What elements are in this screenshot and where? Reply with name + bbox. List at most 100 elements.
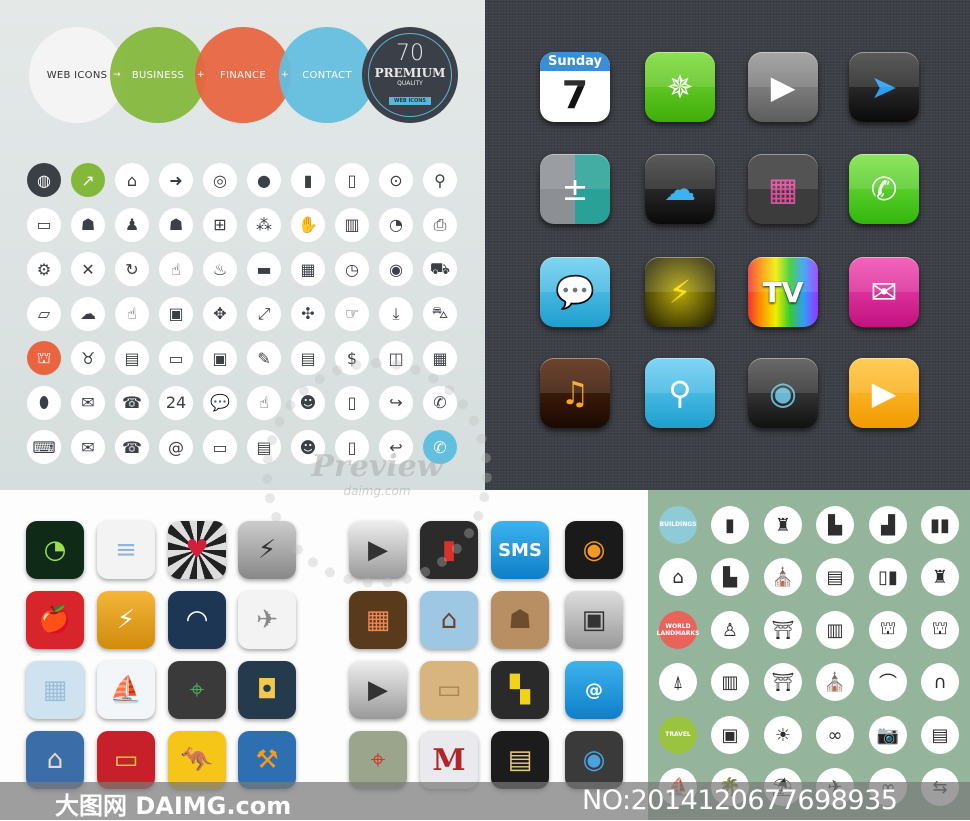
torii-gate-icon: ⛩	[764, 663, 802, 701]
glyph: ▭	[113, 745, 139, 775]
category-text: TRAVEL	[665, 731, 691, 739]
glyph: ▤	[256, 437, 272, 457]
glyph: ♥	[185, 535, 209, 565]
headset-operator-icon: ☻	[291, 430, 325, 464]
user-icon: ●	[247, 163, 281, 197]
category-label: BUSINESS	[131, 69, 185, 81]
glyph: ⛵	[109, 675, 143, 705]
footer-brand: 大图网 DAIMG.com	[55, 792, 292, 820]
lock-icon: ▮	[291, 163, 325, 197]
glyph: ▙	[828, 514, 842, 536]
icon-label: TV	[762, 275, 804, 309]
glyph: ☞	[344, 304, 360, 323]
map-pin-icon: ⊙	[379, 163, 413, 197]
glyph: ✋	[298, 215, 318, 234]
bank-icon: ⛫	[27, 341, 61, 375]
glyph: ▥	[721, 671, 739, 693]
ethernet-port-icon: ▣	[565, 591, 623, 649]
glyph: ↪	[389, 393, 403, 412]
glyph: ⚲	[434, 170, 446, 190]
glyph: ▣	[581, 605, 607, 635]
hand-pointer-icon: ☝	[115, 296, 149, 331]
shopping-cart-icon: ⛍	[423, 296, 457, 331]
golden-gate-bridge-icon: ⌒	[869, 663, 907, 701]
glyph: ☗	[168, 215, 184, 234]
glyph: ✉	[81, 393, 95, 412]
glyph: ◉	[769, 374, 797, 412]
glyph: ☎	[122, 437, 142, 457]
cathedral-icon: ♜	[921, 558, 959, 596]
category-circle-finance: FINANCE	[195, 27, 291, 123]
glyph: ▭	[36, 215, 52, 234]
download-icon: ⤓	[379, 296, 413, 331]
glyph: ⌂	[46, 745, 64, 775]
glyph: ⚡	[668, 273, 692, 311]
glyph: ⚡	[257, 535, 277, 565]
badge-title: PREMIUM	[374, 66, 446, 80]
clock-icon: ◷	[335, 252, 369, 286]
glyph: ◷	[345, 259, 359, 279]
location-arrow-icon: ➤	[849, 52, 919, 122]
glyph: ☝	[259, 393, 269, 412]
glyph: ⌖	[189, 674, 205, 705]
badge-subtitle: QUALITY	[397, 80, 423, 87]
call-center-agent-icon: ☻	[291, 385, 325, 420]
glyph: ▯	[347, 393, 357, 412]
search-icon: ⚲	[423, 163, 457, 197]
printer-icon: ⎙	[423, 207, 457, 242]
glyph: ✕	[81, 259, 95, 279]
glyph: ▣	[721, 724, 739, 746]
glyph: ▦	[42, 675, 68, 705]
hand-point-right-icon: ☞	[335, 296, 369, 331]
snorkel-mask-icon: ∞	[816, 716, 854, 754]
retro-tv-icon: ▦	[349, 591, 407, 649]
glyph: ♜	[774, 514, 792, 536]
cloud-icon: ☁	[645, 154, 715, 224]
glyph: ✆	[433, 393, 447, 412]
eiffel-tower-icon: ⍋	[659, 663, 697, 701]
gmail-icon: M	[420, 731, 478, 789]
checkered-flag-icon: ▚	[491, 661, 549, 719]
network-people-icon: ⁂	[247, 207, 281, 242]
wallet-icon: ◫	[379, 341, 413, 375]
workshop-icon: ⚒	[238, 731, 296, 789]
glyph: ⊞	[213, 215, 227, 234]
operator-sign: +	[197, 70, 205, 80]
glyph: ▤	[300, 348, 316, 368]
glyph: ⁂	[256, 215, 272, 234]
map-road-icon: ⌖	[349, 731, 407, 789]
glyph: ⤢	[257, 303, 271, 323]
glyph: ▦	[365, 605, 391, 635]
power-switch-icon: ▮	[420, 521, 478, 579]
glyph: ⬮	[38, 392, 50, 412]
globe-icon: ◎	[203, 163, 237, 197]
glyph: 🍎	[38, 605, 72, 635]
operator-sign: →	[113, 70, 121, 80]
music-icon: ♫	[540, 358, 610, 428]
glyph: ✵	[666, 68, 694, 106]
fruits-icon: 🍎	[26, 591, 84, 649]
glyph: ✈	[256, 605, 278, 635]
town-hall-icon: ⛪	[764, 558, 802, 596]
glyph: ⛩	[771, 619, 795, 641]
mail-icon: ✉	[849, 257, 919, 327]
office-buildings-icon: ▙	[816, 506, 854, 544]
badge-ribbon: WEB ICONS	[388, 97, 432, 105]
glyph: ⚡	[116, 605, 136, 635]
credit-card-icon: ▭	[97, 731, 155, 789]
glyph: ▯▮	[878, 566, 898, 588]
glyph: ◠	[185, 605, 209, 635]
glyph: ◉	[582, 745, 606, 775]
glyph: ♙	[721, 619, 739, 641]
glyph: ⍋	[672, 671, 684, 693]
arrow-right-circle-icon: ➜	[159, 163, 193, 197]
bar-chart-icon: ▥	[335, 207, 369, 242]
map-icon: ⌖	[168, 661, 226, 719]
sms-icon: SMS	[491, 521, 549, 579]
kangaroo-sign-icon: 🦘	[168, 731, 226, 789]
glyph: ▚	[510, 675, 530, 705]
twin-towers-icon: ▮▮	[921, 506, 959, 544]
graph-paper-icon: ▦	[26, 661, 84, 719]
parthenon-icon: ⛫	[869, 611, 907, 649]
video-player-icon: ▶	[349, 661, 407, 719]
